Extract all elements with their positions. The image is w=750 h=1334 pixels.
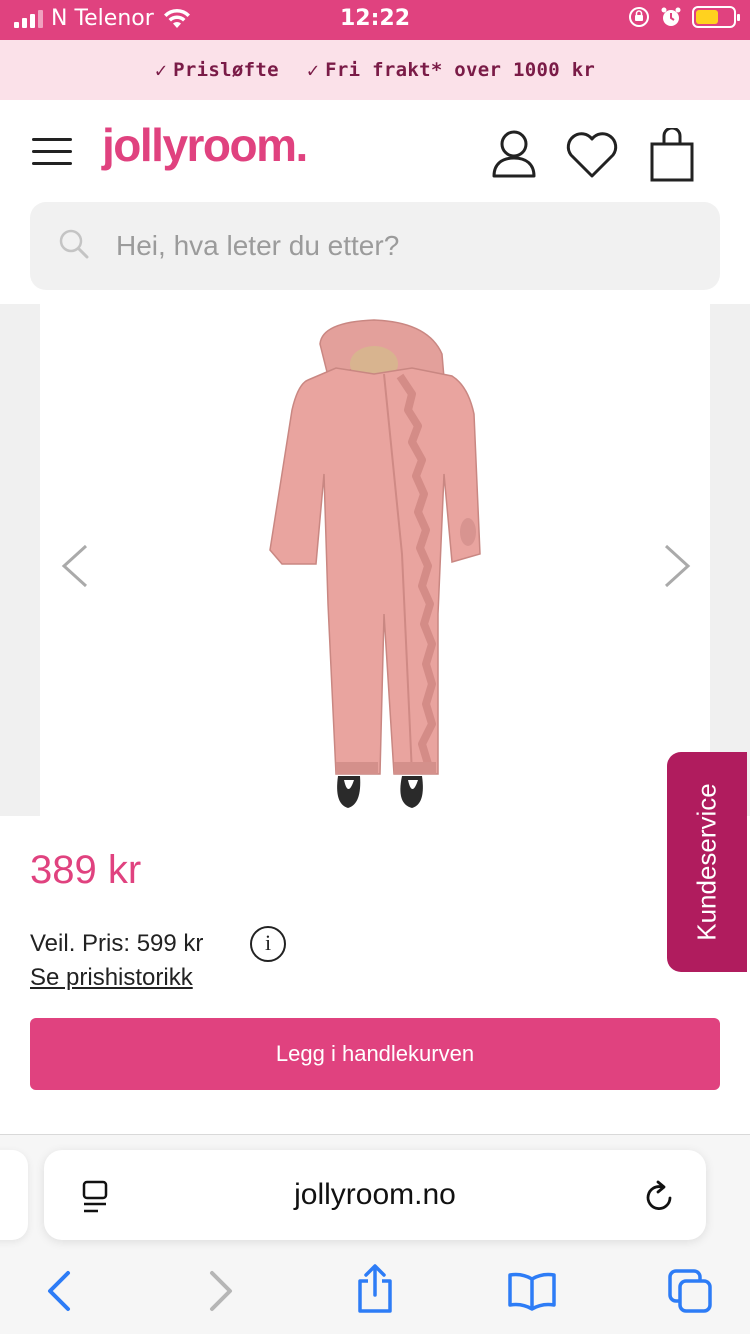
share-icon[interactable] [354,1263,396,1315]
check-icon: ✓ [154,58,168,82]
alarm-icon [661,7,681,26]
product-gallery [0,304,750,816]
info-icon[interactable]: i [250,926,286,962]
search-bar [30,202,720,290]
gallery-side-panel [0,304,40,816]
chevron-right-icon[interactable] [662,542,692,590]
product-price: 389 kr [30,848,142,892]
promo-label: Prisløfte [173,59,279,81]
back-icon[interactable] [44,1269,74,1313]
tabs-icon[interactable] [666,1267,714,1315]
add-to-cart-button[interactable]: Legg i handlekurven [30,1018,720,1090]
shopping-bag-icon[interactable] [648,128,696,184]
recommended-price: Veil. Pris: 599 kr [30,930,204,957]
url-text: jollyroom.no [294,1178,456,1211]
status-right [628,6,740,28]
previous-tab-preview[interactable] [0,1150,28,1240]
check-icon: ✓ [306,58,320,82]
customer-service-tab[interactable]: Kundeservice [667,752,747,972]
account-icon[interactable] [490,128,538,180]
customer-service-label: Kundeservice [691,783,722,941]
reload-icon[interactable] [644,1180,676,1214]
status-bar: N Telenor 12:22 [0,0,750,40]
promo-free-shipping: ✓ Fri frakt* over 1000 kr [307,58,595,82]
product-image[interactable] [262,314,488,814]
search-icon [59,229,89,259]
rotation-lock-icon [629,7,649,27]
price-history-link[interactable]: Se prishistorikk [30,964,193,992]
promo-label: Fri frakt* over 1000 kr [325,59,596,81]
promo-price-promise: ✓ Prisløfte [155,58,279,82]
heart-icon[interactable] [564,130,620,180]
browser-toolbar: jollyroom.no [0,1135,750,1334]
address-bar[interactable]: jollyroom.no [44,1150,706,1240]
search-input[interactable] [116,202,696,290]
site-header: jollyroom. [0,100,750,200]
bookmarks-icon[interactable] [506,1271,558,1311]
battery-icon [692,6,740,28]
menu-icon[interactable] [32,138,72,166]
gallery-side-panel [710,304,750,816]
forward-icon[interactable] [206,1269,236,1313]
chevron-left-icon[interactable] [60,542,90,590]
jollyroom-logo[interactable]: jollyroom. [102,118,308,172]
promo-bar: ✓ Prisløfte ✓ Fri frakt* over 1000 kr [0,40,750,100]
